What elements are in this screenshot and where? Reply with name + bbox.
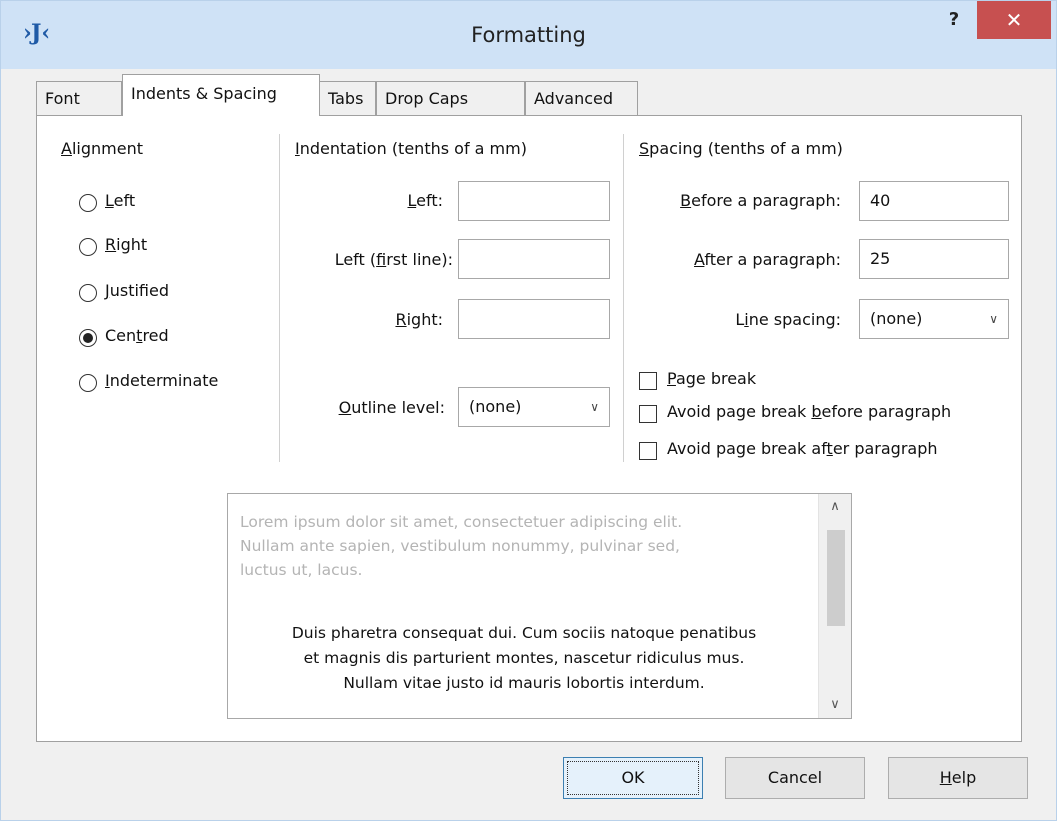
radio-centred-label[interactable]: Centred (105, 326, 169, 345)
indentation-group-title: Indentation (tenths of a mm) (295, 139, 527, 158)
radio-right[interactable] (79, 238, 97, 256)
after-paragraph-label: After a paragraph: (694, 250, 841, 269)
tab-font[interactable]: Font (36, 81, 122, 115)
alignment-group-title: Alignment (61, 139, 143, 158)
page-break-checkbox[interactable] (639, 372, 657, 390)
outline-level-value: (none) (469, 397, 522, 416)
preview-current-paragraph: Duis pharetra consequat dui. Cum sociis … (234, 621, 814, 696)
indent-right-input[interactable] (458, 299, 610, 339)
page-break-label[interactable]: Page break (667, 369, 756, 388)
tab-tabs[interactable]: Tabs (319, 81, 376, 115)
window-title: Formatting (471, 23, 586, 47)
title-bar: ›J‹ Formatting ? ✕ (1, 1, 1056, 69)
preview-previous-paragraph: Lorem ipsum dolor sit amet, consectetuer… (240, 510, 800, 582)
indent-first-line-input[interactable] (458, 239, 610, 279)
outline-level-select[interactable]: (none) ∨ (458, 387, 610, 427)
tab-panel-indents-spacing: Alignment Left Right Justified Centred I… (36, 115, 1022, 742)
line-spacing-value: (none) (870, 309, 923, 328)
separator-1 (279, 134, 280, 462)
paragraph-preview: Lorem ipsum dolor sit amet, consectetuer… (227, 493, 852, 719)
outline-level-label: Outline level: (338, 398, 445, 417)
avoid-break-before-checkbox[interactable] (639, 405, 657, 423)
before-paragraph-input[interactable]: 40 (859, 181, 1009, 221)
before-paragraph-label: Before a paragraph: (680, 191, 841, 210)
preview-line: Lorem ipsum dolor sit amet, consectetuer… (240, 513, 683, 531)
tab-drop-caps[interactable]: Drop Caps (376, 81, 525, 115)
radio-justified[interactable] (79, 284, 97, 302)
formatting-dialog: ›J‹ Formatting ? ✕ Font Indents & Spacin… (0, 0, 1057, 821)
tab-indents-spacing[interactable]: Indents & Spacing (122, 74, 320, 116)
indent-right-label: Right: (395, 310, 443, 329)
chevron-up-icon[interactable]: ∧ (819, 494, 851, 520)
radio-indeterminate[interactable] (79, 374, 97, 392)
ok-button[interactable]: OK (563, 757, 703, 799)
radio-indeterminate-label[interactable]: Indeterminate (105, 371, 218, 390)
line-spacing-select[interactable]: (none) ∨ (859, 299, 1009, 339)
avoid-break-after-checkbox[interactable] (639, 442, 657, 460)
radio-justified-label[interactable]: Justified (105, 281, 169, 300)
help-button[interactable]: Help (888, 757, 1028, 799)
radio-left-label[interactable]: Left (105, 191, 135, 210)
cancel-button-label: Cancel (767, 768, 823, 787)
help-icon-button[interactable]: ? (937, 7, 971, 33)
indent-left-input[interactable] (458, 181, 610, 221)
indent-left-label: Left: (407, 191, 444, 210)
help-button-label: Help (939, 768, 977, 787)
radio-left[interactable] (79, 194, 97, 212)
indent-first-line-label: Left (first line): (334, 250, 453, 269)
radio-centred[interactable] (79, 329, 97, 347)
separator-2 (623, 134, 624, 462)
preview-line: et magnis dis parturient montes, nascetu… (303, 649, 745, 667)
chevron-down-icon: ∨ (989, 312, 998, 326)
tab-advanced[interactable]: Advanced (525, 81, 638, 115)
line-spacing-label: Line spacing: (735, 310, 841, 329)
radio-right-label[interactable]: Right (105, 235, 147, 254)
scrollbar-thumb[interactable] (827, 530, 845, 626)
chevron-down-icon: ∨ (590, 400, 599, 414)
preview-line: Nullam vitae justo id mauris lobortis in… (343, 674, 705, 692)
after-paragraph-input[interactable]: 25 (859, 239, 1009, 279)
avoid-break-before-label[interactable]: Avoid page break before paragraph (667, 402, 951, 421)
preview-line: Duis pharetra consequat dui. Cum sociis … (291, 624, 757, 642)
ok-button-label: OK (621, 768, 645, 787)
spacing-group-title: Spacing (tenths of a mm) (639, 139, 843, 158)
preview-line: Nullam ante sapien, vestibulum nonummy, … (240, 537, 680, 555)
close-button[interactable]: ✕ (977, 1, 1051, 39)
cancel-button[interactable]: Cancel (725, 757, 865, 799)
chevron-down-icon[interactable]: ∨ (819, 692, 851, 718)
preview-scrollbar[interactable]: ∧ ∨ (818, 494, 851, 718)
preview-line: luctus ut, lacus. (240, 561, 363, 579)
avoid-break-after-label[interactable]: Avoid page break after paragraph (667, 439, 938, 458)
